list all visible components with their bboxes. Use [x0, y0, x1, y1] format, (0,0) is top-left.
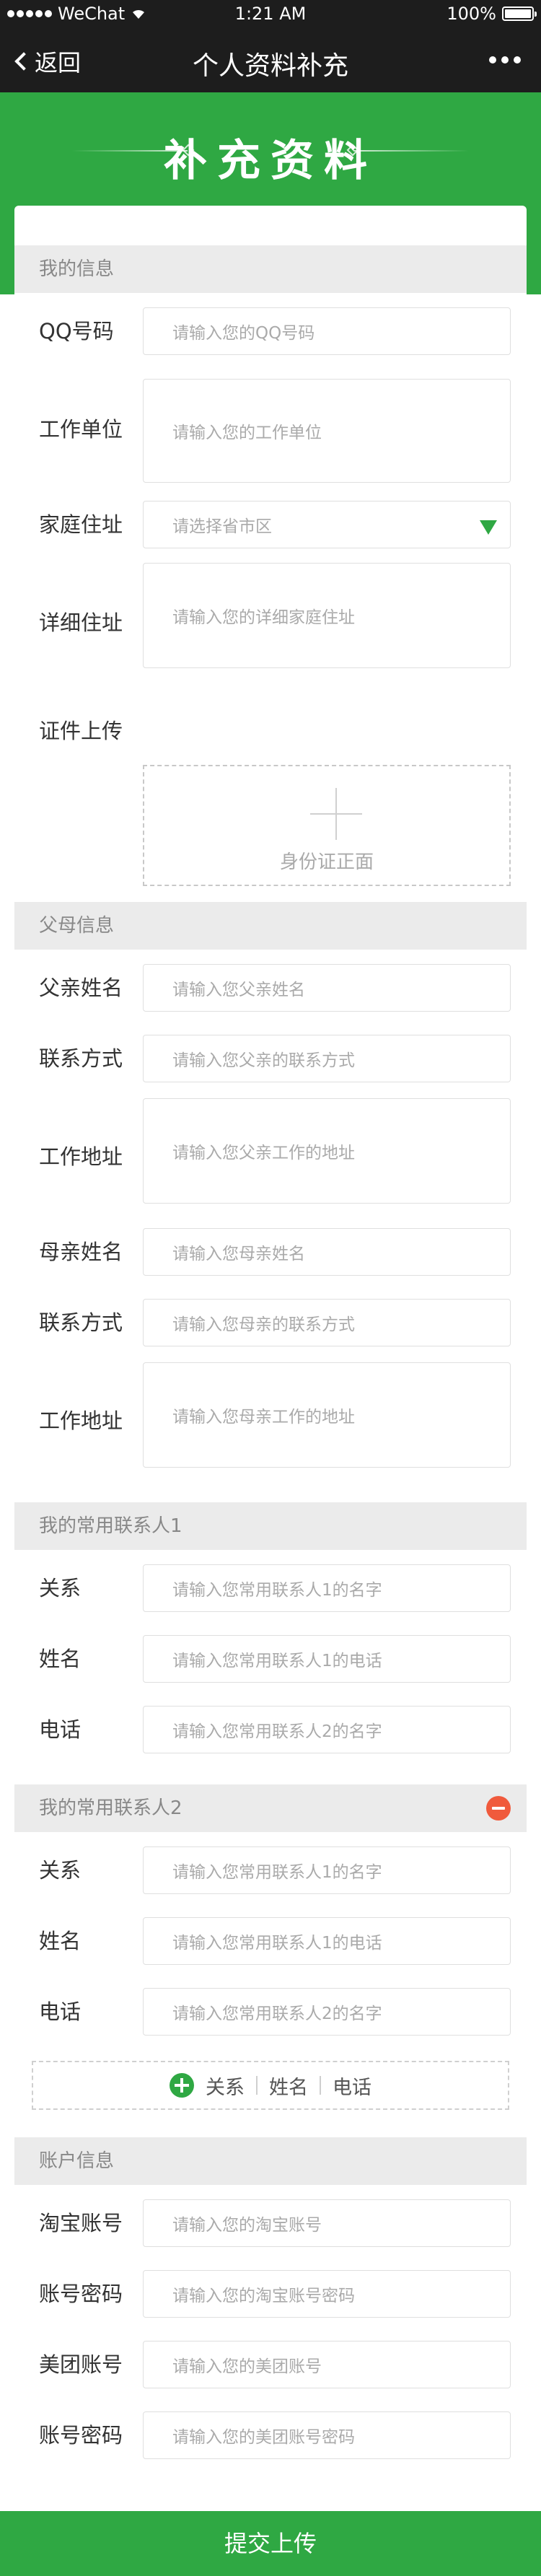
contact1-row-phone: 电话 请输入您常用联系人2的名字 — [14, 1691, 527, 1762]
contact2-row-relation: 关系 请输入您常用联系人1的名字 — [14, 1832, 527, 1903]
account-row-taobao-pwd: 账号密码 请输入您的淘宝账号密码 — [14, 2256, 527, 2326]
account-row-meituan-pwd: 账号密码 请输入您的美团账号密码 — [14, 2397, 527, 2468]
father-name-input[interactable]: 请输入您父亲姓名 — [143, 964, 511, 1012]
father-name-label: 父亲姓名 — [39, 976, 123, 1000]
nav-bar: 返回 个人资料补充 — [0, 29, 541, 92]
add-contact-name: 姓名 — [269, 2076, 308, 2099]
contact2-row-phone: 电话 请输入您常用联系人2的名字 — [14, 1973, 527, 2044]
taobao-pwd-label: 账号密码 — [39, 2282, 123, 2306]
contact1-phone-label: 电话 — [39, 1717, 82, 1742]
account-row-taobao: 淘宝账号 请输入您的淘宝账号 — [14, 2185, 527, 2256]
form-row-father-contact: 联系方式 请输入您父亲的联系方式 — [14, 1020, 527, 1091]
decor-line-right — [353, 150, 469, 152]
add-circle-icon — [170, 2073, 194, 2098]
form-row-mother-contact: 联系方式 请输入您母亲的联系方式 — [14, 1284, 527, 1355]
meituan-pwd-input[interactable]: 请输入您的美团账号密码 — [143, 2411, 511, 2459]
plus-icon — [310, 788, 362, 840]
contact1-relation-input[interactable]: 请输入您常用联系人1的名字 — [143, 1564, 511, 1612]
account-row-meituan: 美团账号 请输入您的美团账号 — [14, 2326, 527, 2397]
status-right: 100% — [447, 4, 537, 24]
home-label: 家庭住址 — [39, 512, 123, 537]
form-row-mother-name: 母亲姓名 请输入您母亲姓名 — [14, 1214, 527, 1284]
taobao-input[interactable]: 请输入您的淘宝账号 — [143, 2199, 511, 2247]
form-row-work: 工作单位 请输入您的工作单位 — [14, 364, 527, 486]
section-account: 账户信息 — [14, 2137, 527, 2185]
section-my-info: 我的信息 — [14, 245, 527, 293]
contact2-row-name: 姓名 请输入您常用联系人1的电话 — [14, 1903, 527, 1973]
add-contact-button[interactable]: 关系 姓名 电话 — [32, 2061, 509, 2110]
contact1-row-relation: 关系 请输入您常用联系人1的名字 — [14, 1550, 527, 1621]
father-work-label: 工作地址 — [39, 1144, 123, 1169]
id-front-upload[interactable]: 身份证正面 — [143, 765, 511, 886]
status-bar: WeChat 1:21 AM 100% — [0, 0, 541, 29]
contact1-name-label: 姓名 — [39, 1647, 82, 1671]
work-input[interactable]: 请输入您的工作单位 — [143, 379, 511, 483]
contact2-phone-input[interactable]: 请输入您常用联系人2的名字 — [143, 1988, 511, 2036]
divider — [320, 2076, 321, 2095]
form-row-id-upload: 证件上传 身份证正面 — [14, 678, 527, 902]
mother-contact-input[interactable]: 请输入您母亲的联系方式 — [143, 1299, 511, 1346]
contact2-relation-label: 关系 — [39, 1858, 82, 1883]
battery-icon — [502, 6, 537, 21]
qq-input[interactable]: 请输入您的QQ号码 — [143, 307, 511, 355]
contact2-name-label: 姓名 — [39, 1929, 82, 1953]
mother-name-input[interactable]: 请输入您母亲姓名 — [143, 1228, 511, 1276]
more-icon[interactable] — [489, 56, 521, 63]
contact1-row-name: 姓名 请输入您常用联系人1的电话 — [14, 1621, 527, 1691]
detail-address-label: 详细住址 — [39, 610, 123, 635]
form-row-detail: 详细住址 请输入您的详细家庭住址 — [14, 557, 527, 678]
form-card: 我的信息 QQ号码 请输入您的QQ号码 工作单位 请输入您的工作单位 家庭住址 … — [14, 206, 527, 2489]
detail-address-input[interactable]: 请输入您的详细家庭住址 — [143, 563, 511, 668]
form-row-mother-work: 工作地址 请输入您母亲工作的地址 — [14, 1355, 527, 1479]
section-contact1: 我的常用联系人1 — [14, 1502, 527, 1550]
section-contact2-title: 我的常用联系人2 — [39, 1797, 182, 1819]
form-row-qq: QQ号码 请输入您的QQ号码 — [14, 293, 527, 364]
father-work-input[interactable]: 请输入您父亲工作的地址 — [143, 1098, 511, 1204]
work-label: 工作单位 — [39, 417, 123, 442]
father-contact-input[interactable]: 请输入您父亲的联系方式 — [143, 1035, 511, 1082]
qq-label: QQ号码 — [39, 319, 114, 343]
add-contact-phone: 电话 — [333, 2076, 371, 2099]
submit-button[interactable]: 提交上传 — [0, 2511, 541, 2576]
dropdown-triangle-icon — [480, 520, 497, 535]
form-row-father-name: 父亲姓名 请输入您父亲姓名 — [14, 950, 527, 1020]
page-title: 个人资料补充 — [192, 51, 348, 81]
taobao-pwd-input[interactable]: 请输入您的淘宝账号密码 — [143, 2270, 511, 2318]
add-contact-relation: 关系 — [206, 2076, 245, 2099]
mother-work-label: 工作地址 — [39, 1409, 123, 1433]
meituan-pwd-label: 账号密码 — [39, 2423, 123, 2448]
contact2-relation-input[interactable]: 请输入您常用联系人1的名字 — [143, 1846, 511, 1894]
contact1-relation-label: 关系 — [39, 1576, 82, 1600]
region-select-placeholder: 请选择省市区 — [172, 517, 272, 536]
form-row-home: 家庭住址 请选择省市区 — [14, 486, 527, 557]
mother-name-label: 母亲姓名 — [39, 1240, 123, 1264]
meituan-input[interactable]: 请输入您的美团账号 — [143, 2341, 511, 2388]
section-contact2: 我的常用联系人2 — [14, 1784, 527, 1832]
section-parents: 父母信息 — [14, 902, 527, 950]
contact2-name-input[interactable]: 请输入您常用联系人1的电话 — [143, 1917, 511, 1965]
mother-work-input[interactable]: 请输入您母亲工作的地址 — [143, 1362, 511, 1468]
contact1-phone-input[interactable]: 请输入您常用联系人2的名字 — [143, 1706, 511, 1753]
region-select[interactable]: 请选择省市区 — [143, 501, 511, 548]
contact2-phone-label: 电话 — [39, 1999, 82, 2024]
taobao-label: 淘宝账号 — [39, 2211, 123, 2235]
form-row-father-work: 工作地址 请输入您父亲工作的地址 — [14, 1091, 527, 1214]
mother-contact-label: 联系方式 — [39, 1310, 123, 1335]
remove-contact-icon[interactable] — [486, 1796, 511, 1821]
hero-title: 补充资料 — [164, 136, 377, 186]
meituan-label: 美团账号 — [39, 2352, 123, 2377]
id-front-text: 身份证正面 — [279, 851, 374, 873]
father-contact-label: 联系方式 — [39, 1046, 123, 1071]
id-upload-label: 证件上传 — [39, 719, 123, 743]
divider — [256, 2076, 258, 2095]
battery-percent: 100% — [447, 4, 496, 24]
contact1-name-input[interactable]: 请输入您常用联系人1的电话 — [143, 1635, 511, 1683]
